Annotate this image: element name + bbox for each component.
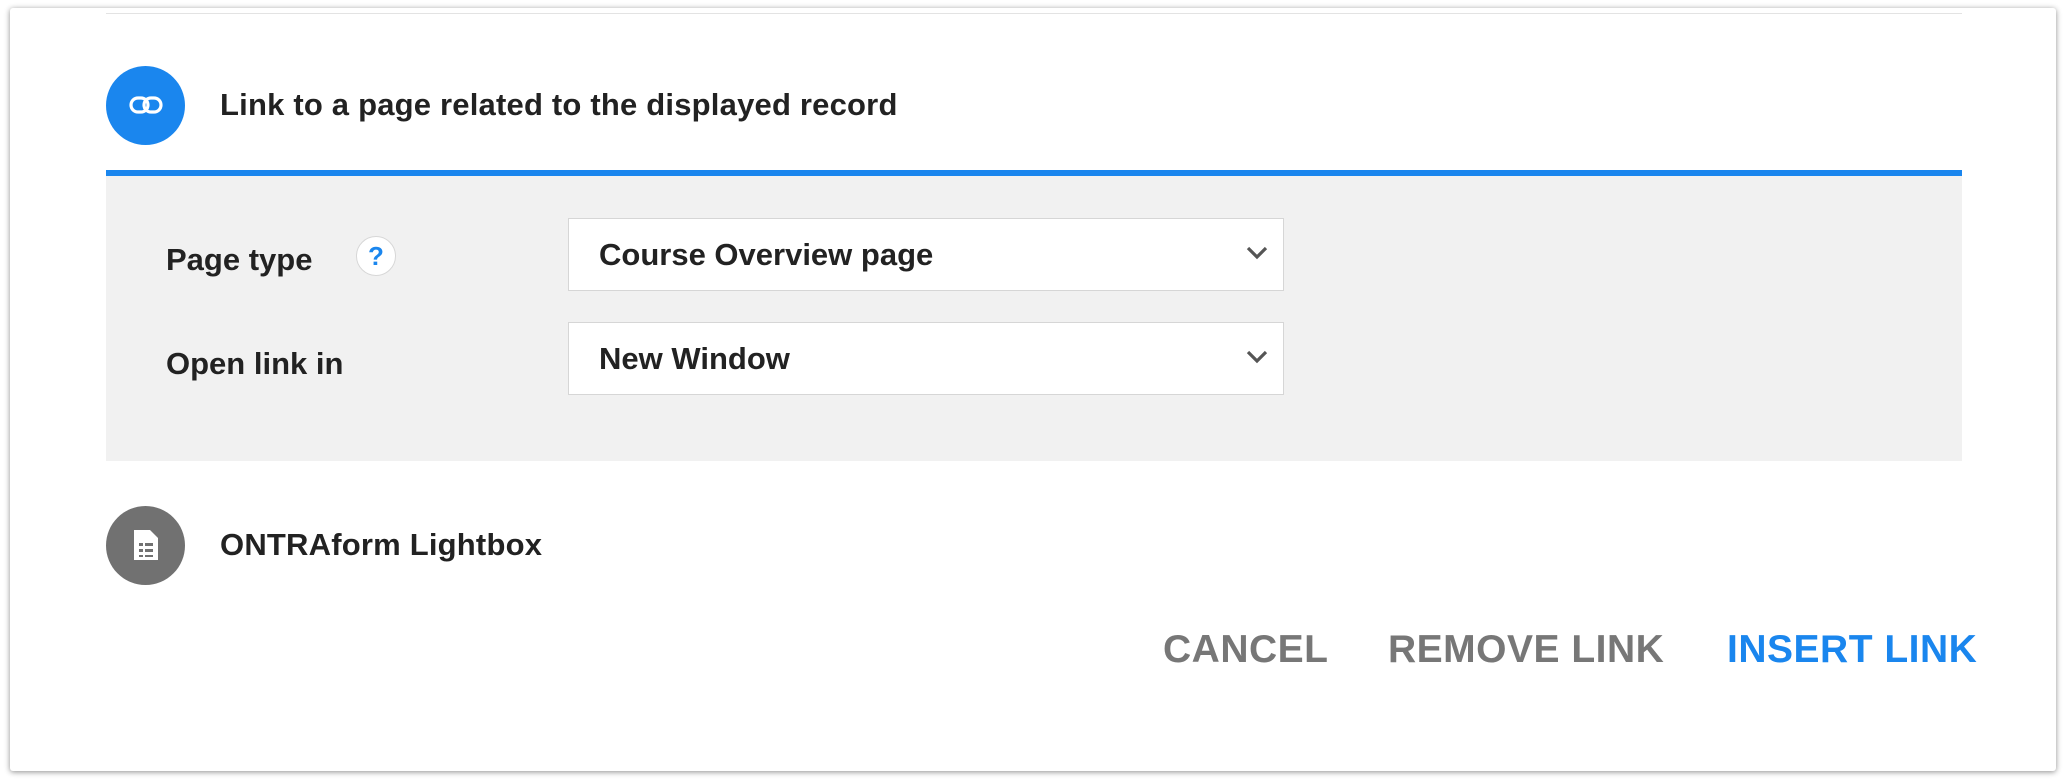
- help-icon[interactable]: ?: [356, 236, 396, 276]
- page-type-value: Course Overview page: [599, 237, 934, 272]
- page-type-label: Page type: [166, 242, 313, 277]
- option-ontraform-lightbox[interactable]: ONTRAform Lightbox: [106, 505, 542, 585]
- link-settings-panel: Page type ? Course Overview page Open li…: [106, 170, 1962, 461]
- link-dialog: Link to a page related to the displayed …: [10, 8, 2056, 771]
- chevron-down-icon: [1246, 246, 1268, 260]
- open-link-in-label: Open link in: [166, 346, 344, 381]
- cancel-button[interactable]: CANCEL: [1163, 628, 1329, 688]
- remove-link-button[interactable]: REMOVE LINK: [1388, 628, 1664, 688]
- chevron-down-icon: [1246, 350, 1268, 364]
- option-related-record-title: Link to a page related to the displayed …: [220, 87, 898, 122]
- form-document-icon: [106, 505, 185, 585]
- option-related-record[interactable]: Link to a page related to the displayed …: [106, 65, 898, 145]
- divider: [106, 13, 1962, 14]
- link-icon: [106, 65, 185, 145]
- open-link-in-select[interactable]: New Window: [568, 322, 1284, 395]
- option-ontraform-title: ONTRAform Lightbox: [220, 527, 543, 562]
- insert-link-button[interactable]: INSERT LINK: [1727, 628, 1977, 688]
- open-link-in-value: New Window: [599, 341, 790, 376]
- page-type-select[interactable]: Course Overview page: [568, 218, 1284, 291]
